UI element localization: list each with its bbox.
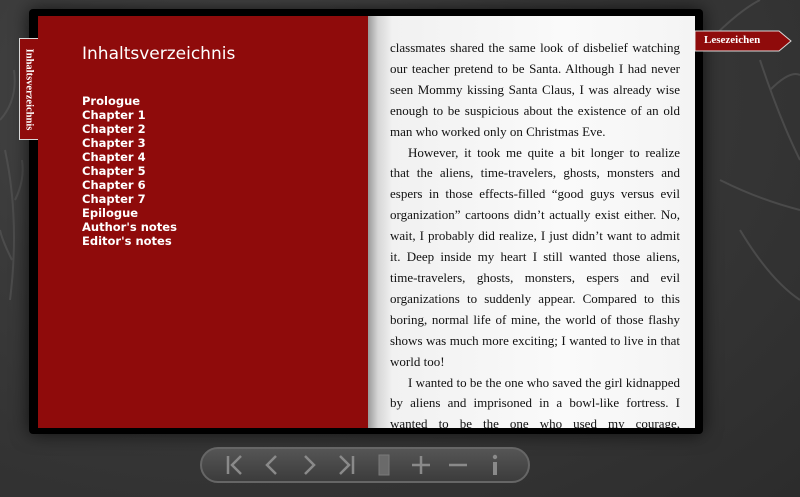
last-page-button[interactable] xyxy=(331,450,361,480)
last-page-icon xyxy=(339,455,355,475)
toc-item-prologue[interactable]: Prologue xyxy=(82,94,177,108)
toc-title: Inhaltsverzeichnis xyxy=(82,44,236,64)
info-icon xyxy=(493,454,498,475)
bookmark-tab[interactable]: Lesezeichen xyxy=(695,30,792,52)
toc-item-chapter-1[interactable]: Chapter 1 xyxy=(82,108,177,122)
toc-item-editors-notes[interactable]: Editor's notes xyxy=(82,234,177,248)
previous-page-icon xyxy=(265,455,277,475)
page-view-icon xyxy=(378,454,390,476)
toc-item-chapter-6[interactable]: Chapter 6 xyxy=(82,178,177,192)
toc-item-chapter-4[interactable]: Chapter 4 xyxy=(82,150,177,164)
toc-list: Prologue Chapter 1 Chapter 2 Chapter 3 C… xyxy=(82,94,177,248)
zoom-out-icon xyxy=(449,463,468,467)
navigation-toolbar xyxy=(200,447,530,483)
next-page-button[interactable] xyxy=(294,450,324,480)
zoom-in-icon xyxy=(411,456,430,474)
toc-item-chapter-7[interactable]: Chapter 7 xyxy=(82,192,177,206)
toc-side-tab[interactable]: Inhaltsverzeichnis xyxy=(19,38,38,140)
info-button[interactable] xyxy=(480,450,510,480)
first-page-icon xyxy=(226,455,242,475)
paragraph: classmates shared the same look of disbe… xyxy=(390,40,680,139)
toc-item-chapter-3[interactable]: Chapter 3 xyxy=(82,136,177,150)
zoom-in-button[interactable] xyxy=(406,450,436,480)
paragraph: I wanted to be the one who saved the gir… xyxy=(390,374,680,429)
first-page-button[interactable] xyxy=(220,450,250,480)
next-page-icon xyxy=(304,455,316,475)
toc-item-chapter-2[interactable]: Chapter 2 xyxy=(82,122,177,136)
toc-item-chapter-5[interactable]: Chapter 5 xyxy=(82,164,177,178)
previous-page-button[interactable] xyxy=(257,450,287,480)
bookmark-tab-label: Lesezeichen xyxy=(704,34,761,46)
text-page: classmates shared the same look of disbe… xyxy=(368,16,695,428)
page-text: classmates shared the same look of disbe… xyxy=(390,38,680,428)
zoom-out-button[interactable] xyxy=(443,450,473,480)
toc-side-tab-label: Inhaltsverzeichnis xyxy=(23,48,35,130)
page-view-button[interactable] xyxy=(369,450,399,480)
toc-item-epilogue[interactable]: Epilogue xyxy=(82,206,177,220)
toc-item-authors-notes[interactable]: Author's notes xyxy=(82,220,177,234)
paragraph: However, it took me quite a bit longer t… xyxy=(390,144,680,369)
